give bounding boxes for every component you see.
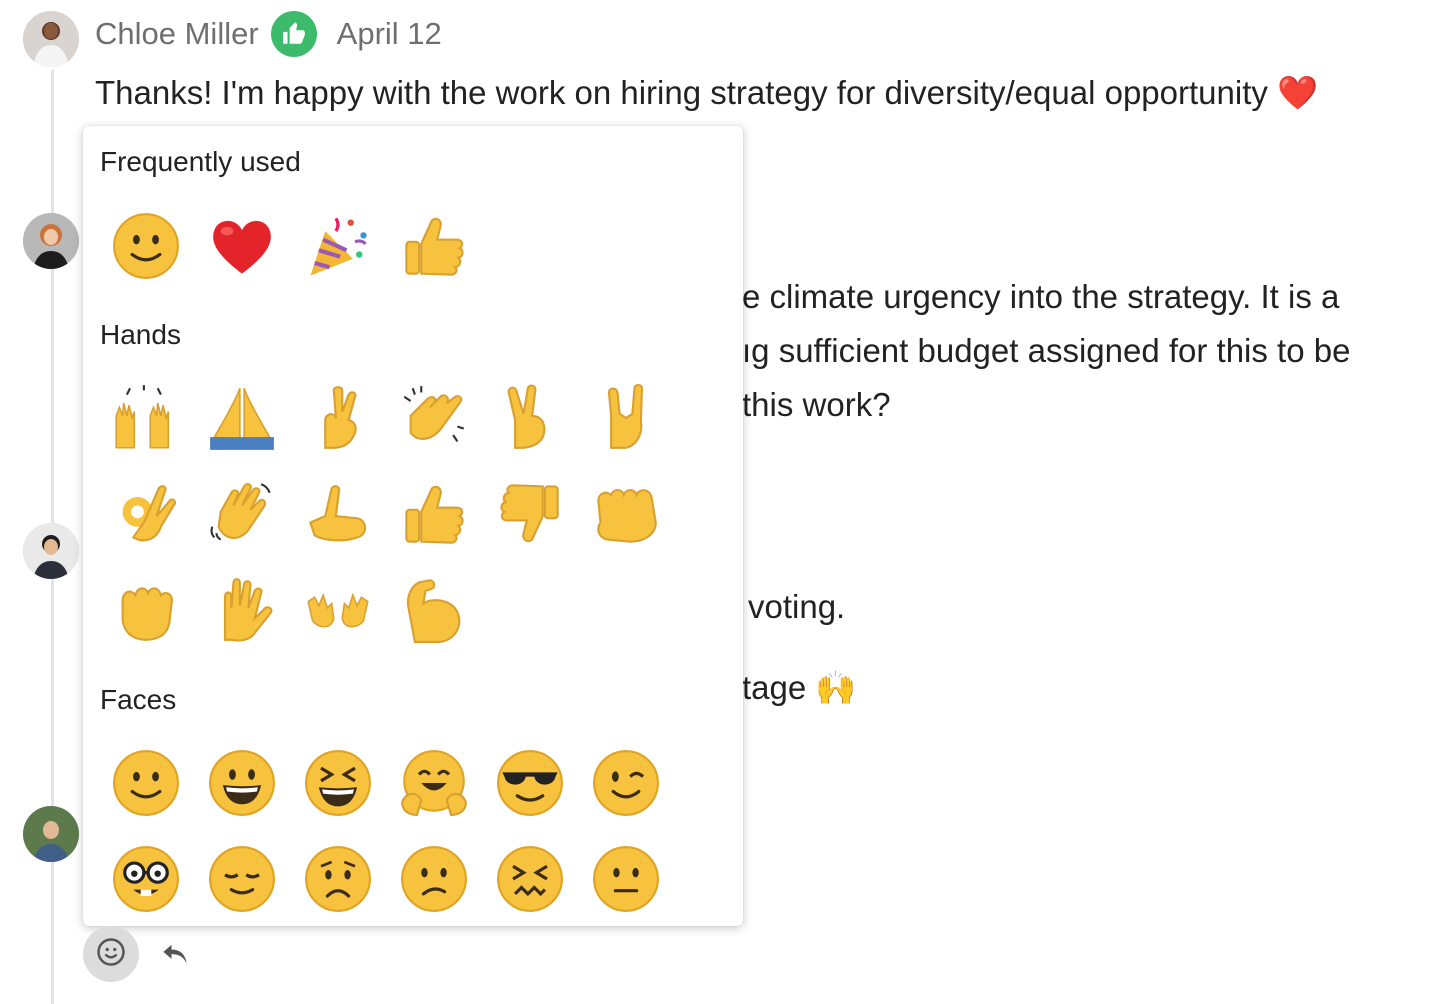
- slightly-smiling-face-emoji[interactable]: [110, 210, 182, 282]
- avatar-user-4[interactable]: [23, 806, 79, 862]
- message-line: ıg sufficient budget assigned for this t…: [742, 332, 1351, 369]
- heart-emoji: ❤️: [1277, 73, 1319, 112]
- thumbs-up-emoji[interactable]: [398, 210, 470, 282]
- message-line: voting.: [748, 588, 846, 625]
- emoji-reaction-button[interactable]: [83, 926, 139, 982]
- section-title-faces: Faces: [100, 684, 177, 715]
- raised-fist-emoji[interactable]: [110, 574, 182, 646]
- folded-hands-emoji[interactable]: [206, 382, 278, 454]
- avatar-user-3[interactable]: [23, 523, 79, 579]
- message-line: this work?: [742, 386, 891, 423]
- author-name[interactable]: Chloe Miller: [95, 16, 259, 52]
- section-title-hands: Hands: [100, 319, 181, 350]
- oncoming-fist-emoji[interactable]: [590, 478, 662, 550]
- message-header: Chloe Miller April 12: [95, 11, 442, 57]
- thumbs-down-emoji[interactable]: [494, 478, 566, 550]
- ok-hand-emoji[interactable]: [110, 478, 182, 550]
- thumbs-up-emoji[interactable]: [398, 478, 470, 550]
- smiling-face-with-sunglasses-emoji[interactable]: [494, 747, 566, 819]
- message-line: tage 🙌: [742, 669, 857, 706]
- grinning-squinting-face-emoji[interactable]: [302, 747, 374, 819]
- avatar-chloe-miller[interactable]: [23, 11, 79, 67]
- message-text-row: Thanks! I'm happy with the work on hirin…: [95, 73, 1318, 113]
- reply-icon: [161, 940, 189, 971]
- winking-face-emoji[interactable]: [590, 747, 662, 819]
- victory-hand-emoji[interactable]: [494, 382, 566, 454]
- red-heart-emoji[interactable]: [206, 210, 278, 282]
- emoji-picker: Frequently used Hands Faces: [83, 126, 743, 926]
- neutral-face-emoji[interactable]: [590, 843, 662, 915]
- message-date: April 12: [336, 16, 442, 51]
- raised-hand-emoji[interactable]: [206, 574, 278, 646]
- worried-face-emoji[interactable]: [302, 843, 374, 915]
- call-me-hand-emoji[interactable]: [302, 478, 374, 550]
- clapping-hands-emoji[interactable]: [398, 382, 470, 454]
- raising-hands-emoji[interactable]: [110, 382, 182, 454]
- hugging-face-emoji[interactable]: [398, 747, 470, 819]
- message-line: e climate urgency into the strategy. It …: [742, 278, 1340, 315]
- slightly-smiling-face-emoji[interactable]: [110, 747, 182, 819]
- reply-button[interactable]: [158, 938, 192, 972]
- grinning-face-emoji[interactable]: [206, 747, 278, 819]
- relieved-face-emoji[interactable]: [206, 843, 278, 915]
- crossed-fingers-emoji[interactable]: [302, 382, 374, 454]
- party-popper-emoji[interactable]: [302, 210, 374, 282]
- avatar-user-2[interactable]: [23, 213, 79, 269]
- thumbs-up-icon: [270, 11, 317, 57]
- waving-hand-emoji[interactable]: [206, 478, 278, 550]
- section-title-frequently-used: Frequently used: [100, 146, 301, 177]
- confused-face-emoji[interactable]: [398, 843, 470, 915]
- nerd-face-emoji[interactable]: [110, 843, 182, 915]
- confounded-face-emoji[interactable]: [494, 843, 566, 915]
- flexed-biceps-emoji[interactable]: [398, 574, 470, 646]
- open-hands-emoji[interactable]: [302, 574, 374, 646]
- smiley-icon: [96, 937, 126, 972]
- sign-of-the-horns-emoji[interactable]: [590, 382, 662, 454]
- message-text: Thanks! I'm happy with the work on hirin…: [95, 74, 1268, 111]
